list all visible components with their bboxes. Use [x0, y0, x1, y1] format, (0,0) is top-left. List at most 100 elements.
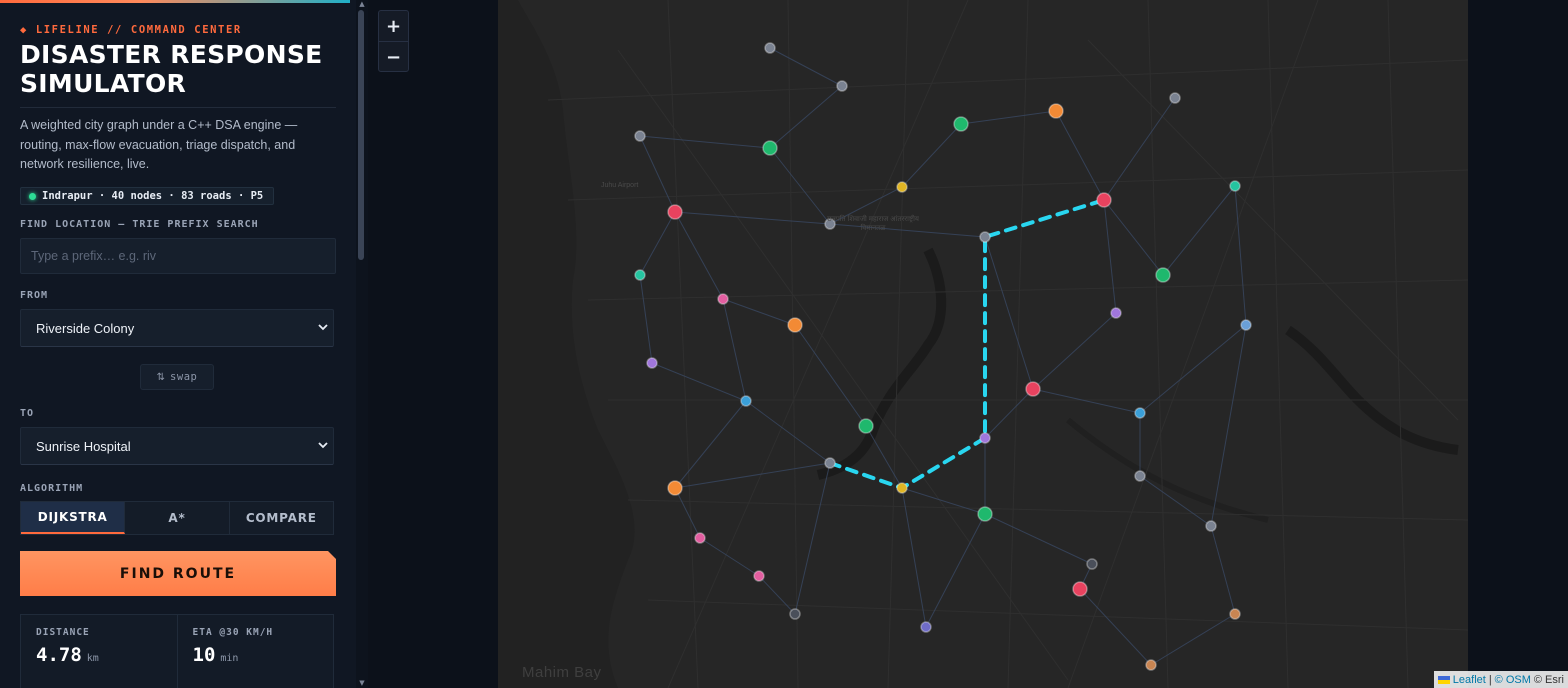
node-shelter[interactable]	[1155, 267, 1171, 283]
from-label: FROM	[20, 290, 49, 301]
to-select-value: Sunrise Hospital	[36, 439, 131, 454]
eta-stat-unit: min	[220, 653, 239, 664]
from-select-value: Riverside Colony	[36, 321, 135, 336]
node-junction[interactable]	[1086, 558, 1098, 570]
scroll-up-icon[interactable]: ▲	[357, 0, 367, 8]
scroll-down-icon[interactable]: ▼	[357, 679, 367, 687]
location-search-field[interactable]	[20, 238, 336, 274]
app-description: A weighted city graph under a C++ DSA en…	[20, 118, 298, 171]
eta-stat-value: 10	[192, 644, 216, 666]
eyebrow-label: ◆ LIFELINE // COMMAND CENTER	[20, 24, 242, 36]
status-badge: Indrapur · 40 nodes · 83 roads · P5	[20, 187, 275, 205]
map-canvas[interactable]	[368, 0, 1568, 688]
node-junction-origin[interactable]	[824, 457, 836, 469]
node-shelter[interactable]	[953, 116, 969, 132]
node-residential[interactable]	[979, 432, 991, 444]
node-residential[interactable]	[1110, 307, 1122, 319]
swap-button-label: swap	[170, 371, 198, 383]
node-police[interactable]	[1240, 319, 1252, 331]
node-shelter[interactable]	[858, 418, 874, 434]
distance-stat-label: DISTANCE	[36, 627, 90, 638]
to-label: TO	[20, 408, 35, 419]
node-school[interactable]	[694, 532, 706, 544]
distance-stat: DISTANCE 4.78 km	[21, 615, 178, 688]
algorithm-toggle: DIJKSTRA A* COMPARE	[20, 501, 334, 535]
node-residential[interactable]	[920, 621, 932, 633]
status-dot-icon	[29, 192, 36, 200]
attribution-separator: |	[1488, 673, 1492, 686]
to-select[interactable]: Sunrise Hospital	[20, 427, 334, 465]
road-grid	[547, 0, 1469, 688]
accent-bar	[0, 0, 350, 3]
leaflet-link[interactable]: Leaflet	[1453, 674, 1486, 686]
scrollbar-thumb[interactable]	[358, 10, 364, 260]
algo-dijkstra-tab[interactable]: DIJKSTRA	[21, 502, 126, 534]
map-label-bay: Mahim Bay	[522, 664, 602, 681]
eta-stat-label: ETA @30 KM/H	[192, 627, 274, 638]
terrain-layer	[498, 0, 1459, 688]
control-sidebar: ◆ LIFELINE // COMMAND CENTER DISASTER RE…	[0, 0, 368, 688]
route-stats-panel: DISTANCE 4.78 km ETA @30 KM/H 10 min	[20, 614, 334, 688]
node-fire-station[interactable]	[1145, 659, 1157, 671]
map-attribution: Leaflet | © OSM © Esri	[1433, 671, 1568, 688]
algorithm-label: ALGORITHM	[20, 483, 84, 494]
node-shelter[interactable]	[762, 140, 778, 156]
esri-attribution: © Esri	[1533, 673, 1564, 686]
node-fire-station[interactable]	[1048, 103, 1064, 119]
algo-astar-tab[interactable]: A*	[125, 502, 230, 534]
node-hospital[interactable]	[1072, 581, 1088, 597]
node-school[interactable]	[753, 570, 765, 582]
graph-edges	[639, 47, 1247, 666]
distance-stat-value: 4.78	[36, 644, 82, 666]
divider	[20, 107, 336, 108]
node-depot[interactable]	[1229, 180, 1241, 192]
map-label-airport: Juhu Airport	[601, 182, 639, 189]
node-hospital[interactable]	[667, 204, 683, 220]
node-market[interactable]	[896, 482, 908, 494]
zoom-control: + −	[378, 10, 409, 72]
node-shelter[interactable]	[977, 506, 993, 522]
node-junction[interactable]	[764, 42, 776, 54]
node-residential[interactable]	[646, 357, 658, 369]
node-depot[interactable]	[634, 269, 646, 281]
node-school[interactable]	[717, 293, 729, 305]
location-search-input[interactable]	[21, 239, 335, 273]
distance-stat-value-wrap: 4.78 km	[36, 644, 99, 666]
node-fire-station[interactable]	[1229, 608, 1241, 620]
node-hospital[interactable]	[1025, 381, 1041, 397]
map-label-poi: छत्रपति शिवाजी महाराज आंतरराष्ट्रीय विमा…	[827, 216, 919, 232]
distance-stat-unit: km	[86, 653, 99, 664]
status-text: Indrapur · 40 nodes · 83 roads · P5	[42, 190, 264, 202]
eta-stat: ETA @30 KM/H 10 min	[178, 615, 334, 688]
node-junction[interactable]	[1134, 470, 1146, 482]
find-route-label: FIND ROUTE	[119, 565, 237, 582]
node-fire-station[interactable]	[667, 480, 683, 496]
node-fire-station[interactable]	[787, 317, 803, 333]
eta-stat-value-wrap: 10 min	[193, 644, 239, 666]
node-junction[interactable]	[1205, 520, 1217, 532]
osm-link[interactable]: © OSM	[1495, 674, 1531, 686]
node-junction[interactable]	[1169, 92, 1181, 104]
app-title: DISASTER RESPONSE SIMULATOR	[20, 40, 323, 98]
node-junction[interactable]	[836, 80, 848, 92]
swap-button[interactable]: ⇅ swap	[140, 364, 214, 390]
swap-arrows-icon: ⇅	[156, 371, 166, 383]
chevron-down-icon	[318, 442, 328, 449]
zoom-in-button[interactable]: +	[379, 11, 408, 42]
node-market[interactable]	[896, 181, 908, 193]
node-police[interactable]	[1134, 407, 1146, 419]
city-map[interactable]: Juhu Airport छत्रपति शिवाजी महाराज आंतरर…	[368, 0, 1568, 688]
ukraine-flag-icon	[1437, 675, 1450, 684]
algo-compare-tab[interactable]: COMPARE	[230, 502, 333, 534]
find-location-label: FIND LOCATION — TRIE PREFIX SEARCH	[20, 219, 259, 230]
from-select[interactable]: Riverside Colony	[20, 309, 334, 347]
zoom-out-button[interactable]: −	[379, 42, 408, 72]
node-junction[interactable]	[979, 231, 991, 243]
find-route-button[interactable]: FIND ROUTE	[20, 551, 336, 596]
chevron-down-icon	[318, 324, 328, 331]
node-junction[interactable]	[789, 608, 801, 620]
node-junction[interactable]	[634, 130, 646, 142]
node-hospital-destination[interactable]	[1096, 192, 1112, 208]
sidebar-scrollbar[interactable]: ▲ ▼	[356, 0, 368, 688]
node-police[interactable]	[740, 395, 752, 407]
